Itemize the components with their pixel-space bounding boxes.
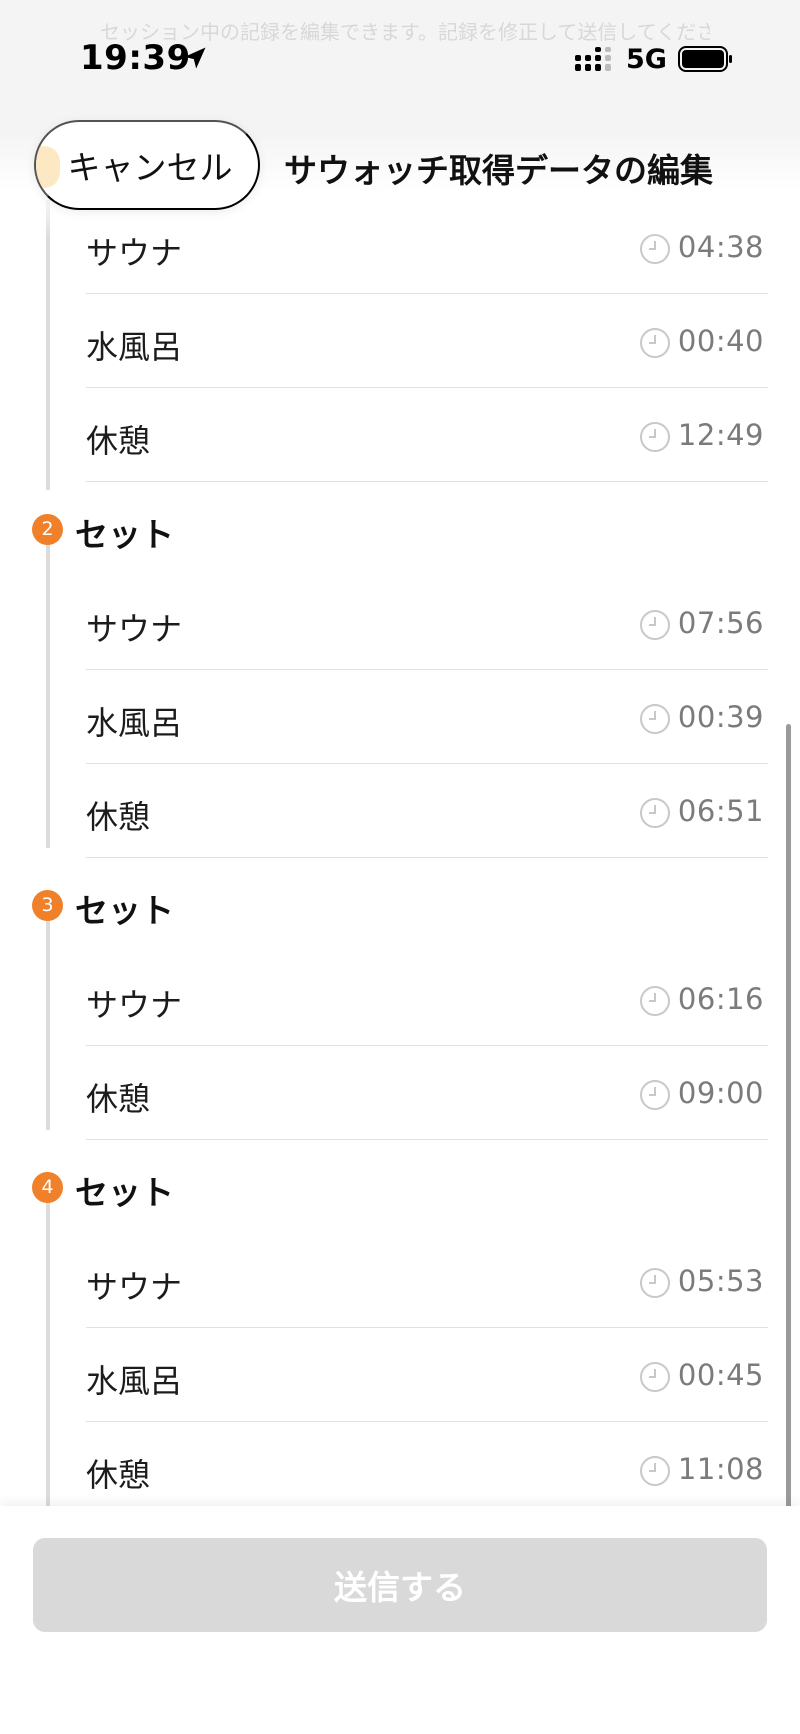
set-group: 2 セット サウナ 07:56 水風呂 00:39 休憩 06:51 xyxy=(0,482,800,858)
network-label: 5G xyxy=(626,44,667,75)
tap-highlight xyxy=(36,146,60,188)
row-label: 休憩 xyxy=(86,1456,151,1494)
set-row[interactable]: 休憩 12:49 xyxy=(0,388,800,482)
clock-icon xyxy=(640,1268,670,1298)
cancel-label: キャンセル xyxy=(67,149,233,186)
set-group: 4 セット サウナ 05:53 水風呂 00:45 休憩 11:08 xyxy=(0,1140,800,1532)
row-time: 00:45 xyxy=(677,1358,764,1392)
set-row[interactable]: 休憩 11:08 xyxy=(0,1422,800,1516)
row-label: 休憩 xyxy=(86,1080,151,1118)
set-title: セット xyxy=(75,515,174,554)
set-row[interactable]: 水風呂 00:40 xyxy=(0,294,800,388)
status-bar: 19:39 5G xyxy=(0,0,800,120)
set-number-badge: 4 xyxy=(32,1172,63,1203)
set-header: 3 セット xyxy=(0,858,800,952)
submit-button[interactable]: 送信する xyxy=(33,1538,767,1632)
row-time: 05:53 xyxy=(677,1264,764,1298)
status-time: 19:39 xyxy=(80,38,191,78)
row-label: 休憩 xyxy=(86,798,151,836)
set-group: 3 セット サウナ 06:16 休憩 09:00 xyxy=(0,858,800,1140)
row-time: 11:08 xyxy=(677,1452,764,1486)
bottom-bar: 送信する xyxy=(0,1506,800,1734)
clock-icon xyxy=(640,1080,670,1110)
set-title: セット xyxy=(75,891,174,930)
clock-icon xyxy=(640,1362,670,1392)
row-time: 06:16 xyxy=(677,982,764,1016)
set-number-badge: 3 xyxy=(32,890,63,921)
row-label: 休憩 xyxy=(86,422,151,460)
set-row[interactable]: 水風呂 00:45 xyxy=(0,1328,800,1422)
row-label: サウナ xyxy=(86,610,183,648)
location-arrow-icon xyxy=(184,47,206,69)
signal-bars-icon xyxy=(575,47,611,71)
scrollbar[interactable] xyxy=(786,724,791,1508)
set-header: 4 セット xyxy=(0,1140,800,1234)
set-row[interactable]: サウナ 07:56 xyxy=(0,576,800,670)
clock-icon xyxy=(640,610,670,640)
set-list: サウナ 04:38 水風呂 00:40 休憩 12:49 2 セット サウナ 0… xyxy=(0,200,800,1532)
row-time: 09:00 xyxy=(677,1076,764,1110)
row-label: 水風呂 xyxy=(86,328,183,366)
clock-icon xyxy=(640,798,670,828)
cancel-button[interactable]: キャンセル xyxy=(34,120,260,210)
row-time: 12:49 xyxy=(677,418,764,452)
set-row[interactable]: サウナ 05:53 xyxy=(0,1234,800,1328)
row-label: 水風呂 xyxy=(86,1362,183,1400)
clock-icon xyxy=(640,704,670,734)
set-row[interactable]: サウナ 06:16 xyxy=(0,952,800,1046)
clock-icon xyxy=(640,986,670,1016)
row-label: サウナ xyxy=(86,1268,183,1306)
row-time: 00:40 xyxy=(677,324,764,358)
row-label: サウナ xyxy=(86,986,183,1024)
page-title: サウォッチ取得データの編集 xyxy=(284,151,713,190)
clock-icon xyxy=(640,328,670,358)
row-time: 07:56 xyxy=(677,606,764,640)
clock-icon xyxy=(640,1456,670,1486)
set-group: サウナ 04:38 水風呂 00:40 休憩 12:49 xyxy=(0,200,800,490)
row-time: 06:51 xyxy=(677,794,764,828)
set-number-badge: 2 xyxy=(32,514,63,545)
row-time: 00:39 xyxy=(677,700,764,734)
set-row[interactable]: 水風呂 00:39 xyxy=(0,670,800,764)
set-row[interactable]: 休憩 06:51 xyxy=(0,764,800,858)
row-label: 水風呂 xyxy=(86,704,183,742)
set-row[interactable]: 休憩 09:00 xyxy=(0,1046,800,1140)
set-title: セット xyxy=(75,1173,174,1212)
clock-icon xyxy=(640,422,670,452)
battery-icon xyxy=(678,46,732,72)
set-header: 2 セット xyxy=(0,482,800,576)
